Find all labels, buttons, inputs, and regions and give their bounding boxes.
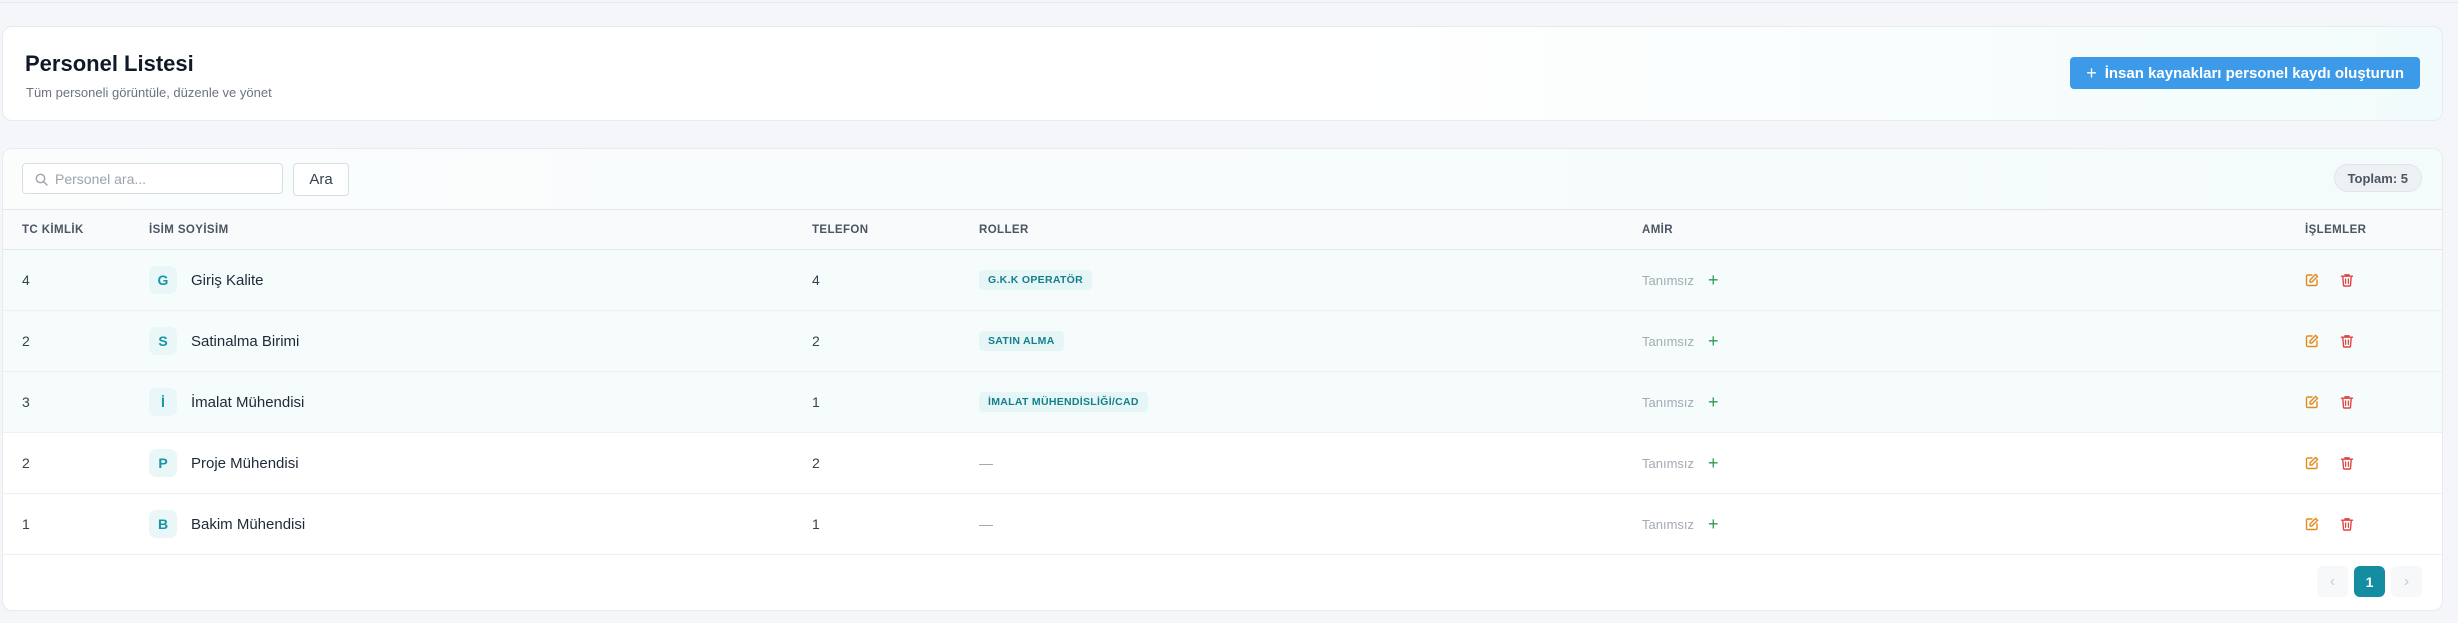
personnel-list-card: Ara Toplam: 5 TC KİMLİK İSİM SOYİSİM TEL… bbox=[2, 148, 2443, 611]
cell-roles: — bbox=[979, 433, 1642, 494]
avatar: İ bbox=[149, 388, 177, 416]
cell-name: S Satinalma Birimi bbox=[149, 311, 812, 372]
cell-name: G Giriş Kalite bbox=[149, 250, 812, 311]
search-icon bbox=[35, 173, 48, 186]
delete-icon[interactable] bbox=[2340, 517, 2354, 531]
pagination: ‹ 1 › bbox=[2317, 566, 2422, 597]
table-row[interactable]: 1 B Bakim Mühendisi 1 — Tanımsız + bbox=[3, 494, 2442, 555]
cell-name: İ İmalat Mühendisi bbox=[149, 372, 812, 433]
cell-tc: 4 bbox=[22, 272, 30, 288]
pagination-current-page[interactable]: 1 bbox=[2354, 566, 2385, 597]
edit-icon[interactable] bbox=[2305, 273, 2319, 287]
column-header-amir[interactable]: AMİR bbox=[1642, 209, 2305, 250]
role-chip: G.K.K OPERATÖR bbox=[979, 270, 1093, 290]
cell-actions bbox=[2305, 494, 2442, 555]
amir-value: Tanımsız bbox=[1642, 272, 1695, 288]
cell-roles: İMALAT MÜHENDİSLİĞİ/CAD bbox=[979, 372, 1642, 433]
page-title: Personel Listesi bbox=[25, 51, 194, 76]
cell-phone: 2 bbox=[812, 333, 820, 349]
amir-value: Tanımsız bbox=[1642, 333, 1695, 349]
list-toolbar: Ara Toplam: 5 bbox=[3, 149, 2442, 209]
cell-tc: 3 bbox=[22, 394, 30, 410]
table-row[interactable]: 2 S Satinalma Birimi 2 SATIN ALMA Tanımsız + bbox=[3, 310, 2442, 372]
personnel-table: TC KİMLİK İSİM SOYİSİM TELEFON ROLLER AM… bbox=[3, 209, 2442, 555]
cell-roles: — bbox=[979, 494, 1642, 555]
column-header-roles[interactable]: ROLLER bbox=[979, 209, 1642, 250]
table-header-row: TC KİMLİK İSİM SOYİSİM TELEFON ROLLER AM… bbox=[3, 209, 2442, 250]
cell-amir: Tanımsız + bbox=[1642, 311, 2305, 372]
cell-actions bbox=[2305, 250, 2442, 311]
cell-actions bbox=[2305, 372, 2442, 433]
role-chip: İMALAT MÜHENDİSLİĞİ/CAD bbox=[979, 392, 1148, 412]
personnel-name: Satinalma Birimi bbox=[191, 332, 300, 350]
personnel-name: Giriş Kalite bbox=[191, 271, 264, 289]
column-header-tc[interactable]: TC KİMLİK bbox=[3, 209, 149, 250]
cell-amir: Tanımsız + bbox=[1642, 494, 2305, 555]
edit-icon[interactable] bbox=[2305, 334, 2319, 348]
table-body: 4 G Giriş Kalite 4 G.K.K OPERATÖR Tanımsız +2 S… bbox=[3, 249, 2442, 555]
cell-actions bbox=[2305, 433, 2442, 494]
chevron-left-icon[interactable]: ‹ bbox=[2317, 566, 2348, 597]
avatar: S bbox=[149, 327, 177, 355]
column-header-actions: İŞLEMLER bbox=[2305, 209, 2442, 250]
total-count-badge: Toplam: 5 bbox=[2333, 164, 2422, 192]
avatar: G bbox=[149, 266, 177, 294]
cell-tc: 1 bbox=[22, 516, 30, 532]
personnel-name: İmalat Mühendisi bbox=[191, 393, 305, 411]
table-row[interactable]: 2 P Proje Mühendisi 2 — Tanımsız + bbox=[3, 433, 2442, 494]
amir-value: Tanımsız bbox=[1642, 394, 1695, 410]
cell-phone: 1 bbox=[812, 394, 820, 410]
role-chip: SATIN ALMA bbox=[979, 331, 1064, 351]
delete-icon[interactable] bbox=[2340, 395, 2354, 409]
add-amir-icon[interactable]: + bbox=[1708, 454, 1719, 472]
plus-icon: + bbox=[2086, 63, 2097, 83]
cell-roles: SATIN ALMA bbox=[979, 311, 1642, 372]
add-amir-icon[interactable]: + bbox=[1708, 332, 1719, 350]
avatar: B bbox=[149, 510, 177, 538]
cell-phone: 1 bbox=[812, 516, 820, 532]
cell-actions bbox=[2305, 311, 2442, 372]
add-amir-icon[interactable]: + bbox=[1708, 271, 1719, 289]
add-amir-icon[interactable]: + bbox=[1708, 393, 1719, 411]
empty-role: — bbox=[979, 516, 993, 532]
table-row[interactable]: 3 İ İmalat Mühendisi 1 İMALAT MÜHENDİSLİĞİ/C… bbox=[3, 371, 2442, 433]
cell-phone: 2 bbox=[812, 455, 820, 471]
cell-amir: Tanımsız + bbox=[1642, 372, 2305, 433]
search-button[interactable]: Ara bbox=[293, 163, 349, 196]
delete-icon[interactable] bbox=[2340, 273, 2354, 287]
create-personnel-button[interactable]: + İnsan kaynakları personel kaydı oluştu… bbox=[2070, 57, 2420, 89]
cell-amir: Tanımsız + bbox=[1642, 433, 2305, 494]
column-header-name[interactable]: İSİM SOYİSİM bbox=[149, 209, 812, 250]
edit-icon[interactable] bbox=[2305, 456, 2319, 470]
avatar: P bbox=[149, 449, 177, 477]
edit-icon[interactable] bbox=[2305, 395, 2319, 409]
column-header-phone[interactable]: TELEFON bbox=[812, 209, 979, 250]
cell-tc: 2 bbox=[22, 333, 30, 349]
search-box bbox=[22, 163, 283, 194]
delete-icon[interactable] bbox=[2340, 456, 2354, 470]
cell-roles: G.K.K OPERATÖR bbox=[979, 250, 1642, 311]
chevron-right-icon[interactable]: › bbox=[2391, 566, 2422, 597]
empty-role: — bbox=[979, 455, 993, 471]
delete-icon[interactable] bbox=[2340, 334, 2354, 348]
table-row[interactable]: 4 G Giriş Kalite 4 G.K.K OPERATÖR Tanımsız + bbox=[3, 249, 2442, 311]
amir-value: Tanımsız bbox=[1642, 455, 1695, 471]
page-header: Personel Listesi Tüm personeli görüntüle… bbox=[2, 26, 2443, 121]
edit-icon[interactable] bbox=[2305, 517, 2319, 531]
cell-phone: 4 bbox=[812, 272, 820, 288]
cell-tc: 2 bbox=[22, 455, 30, 471]
cell-name: P Proje Mühendisi bbox=[149, 433, 812, 494]
personnel-name: Proje Mühendisi bbox=[191, 454, 299, 472]
personnel-name: Bakim Mühendisi bbox=[191, 515, 306, 533]
cell-name: B Bakim Mühendisi bbox=[149, 494, 812, 555]
cell-amir: Tanımsız + bbox=[1642, 250, 2305, 311]
top-border bbox=[0, 0, 2458, 3]
create-personnel-button-label: İnsan kaynakları personel kaydı oluşturu… bbox=[2104, 64, 2404, 82]
add-amir-icon[interactable]: + bbox=[1708, 515, 1719, 533]
search-input[interactable] bbox=[55, 164, 275, 193]
page-subtitle: Tüm personeli görüntüle, düzenle ve yöne… bbox=[26, 85, 272, 100]
amir-value: Tanımsız bbox=[1642, 516, 1695, 532]
